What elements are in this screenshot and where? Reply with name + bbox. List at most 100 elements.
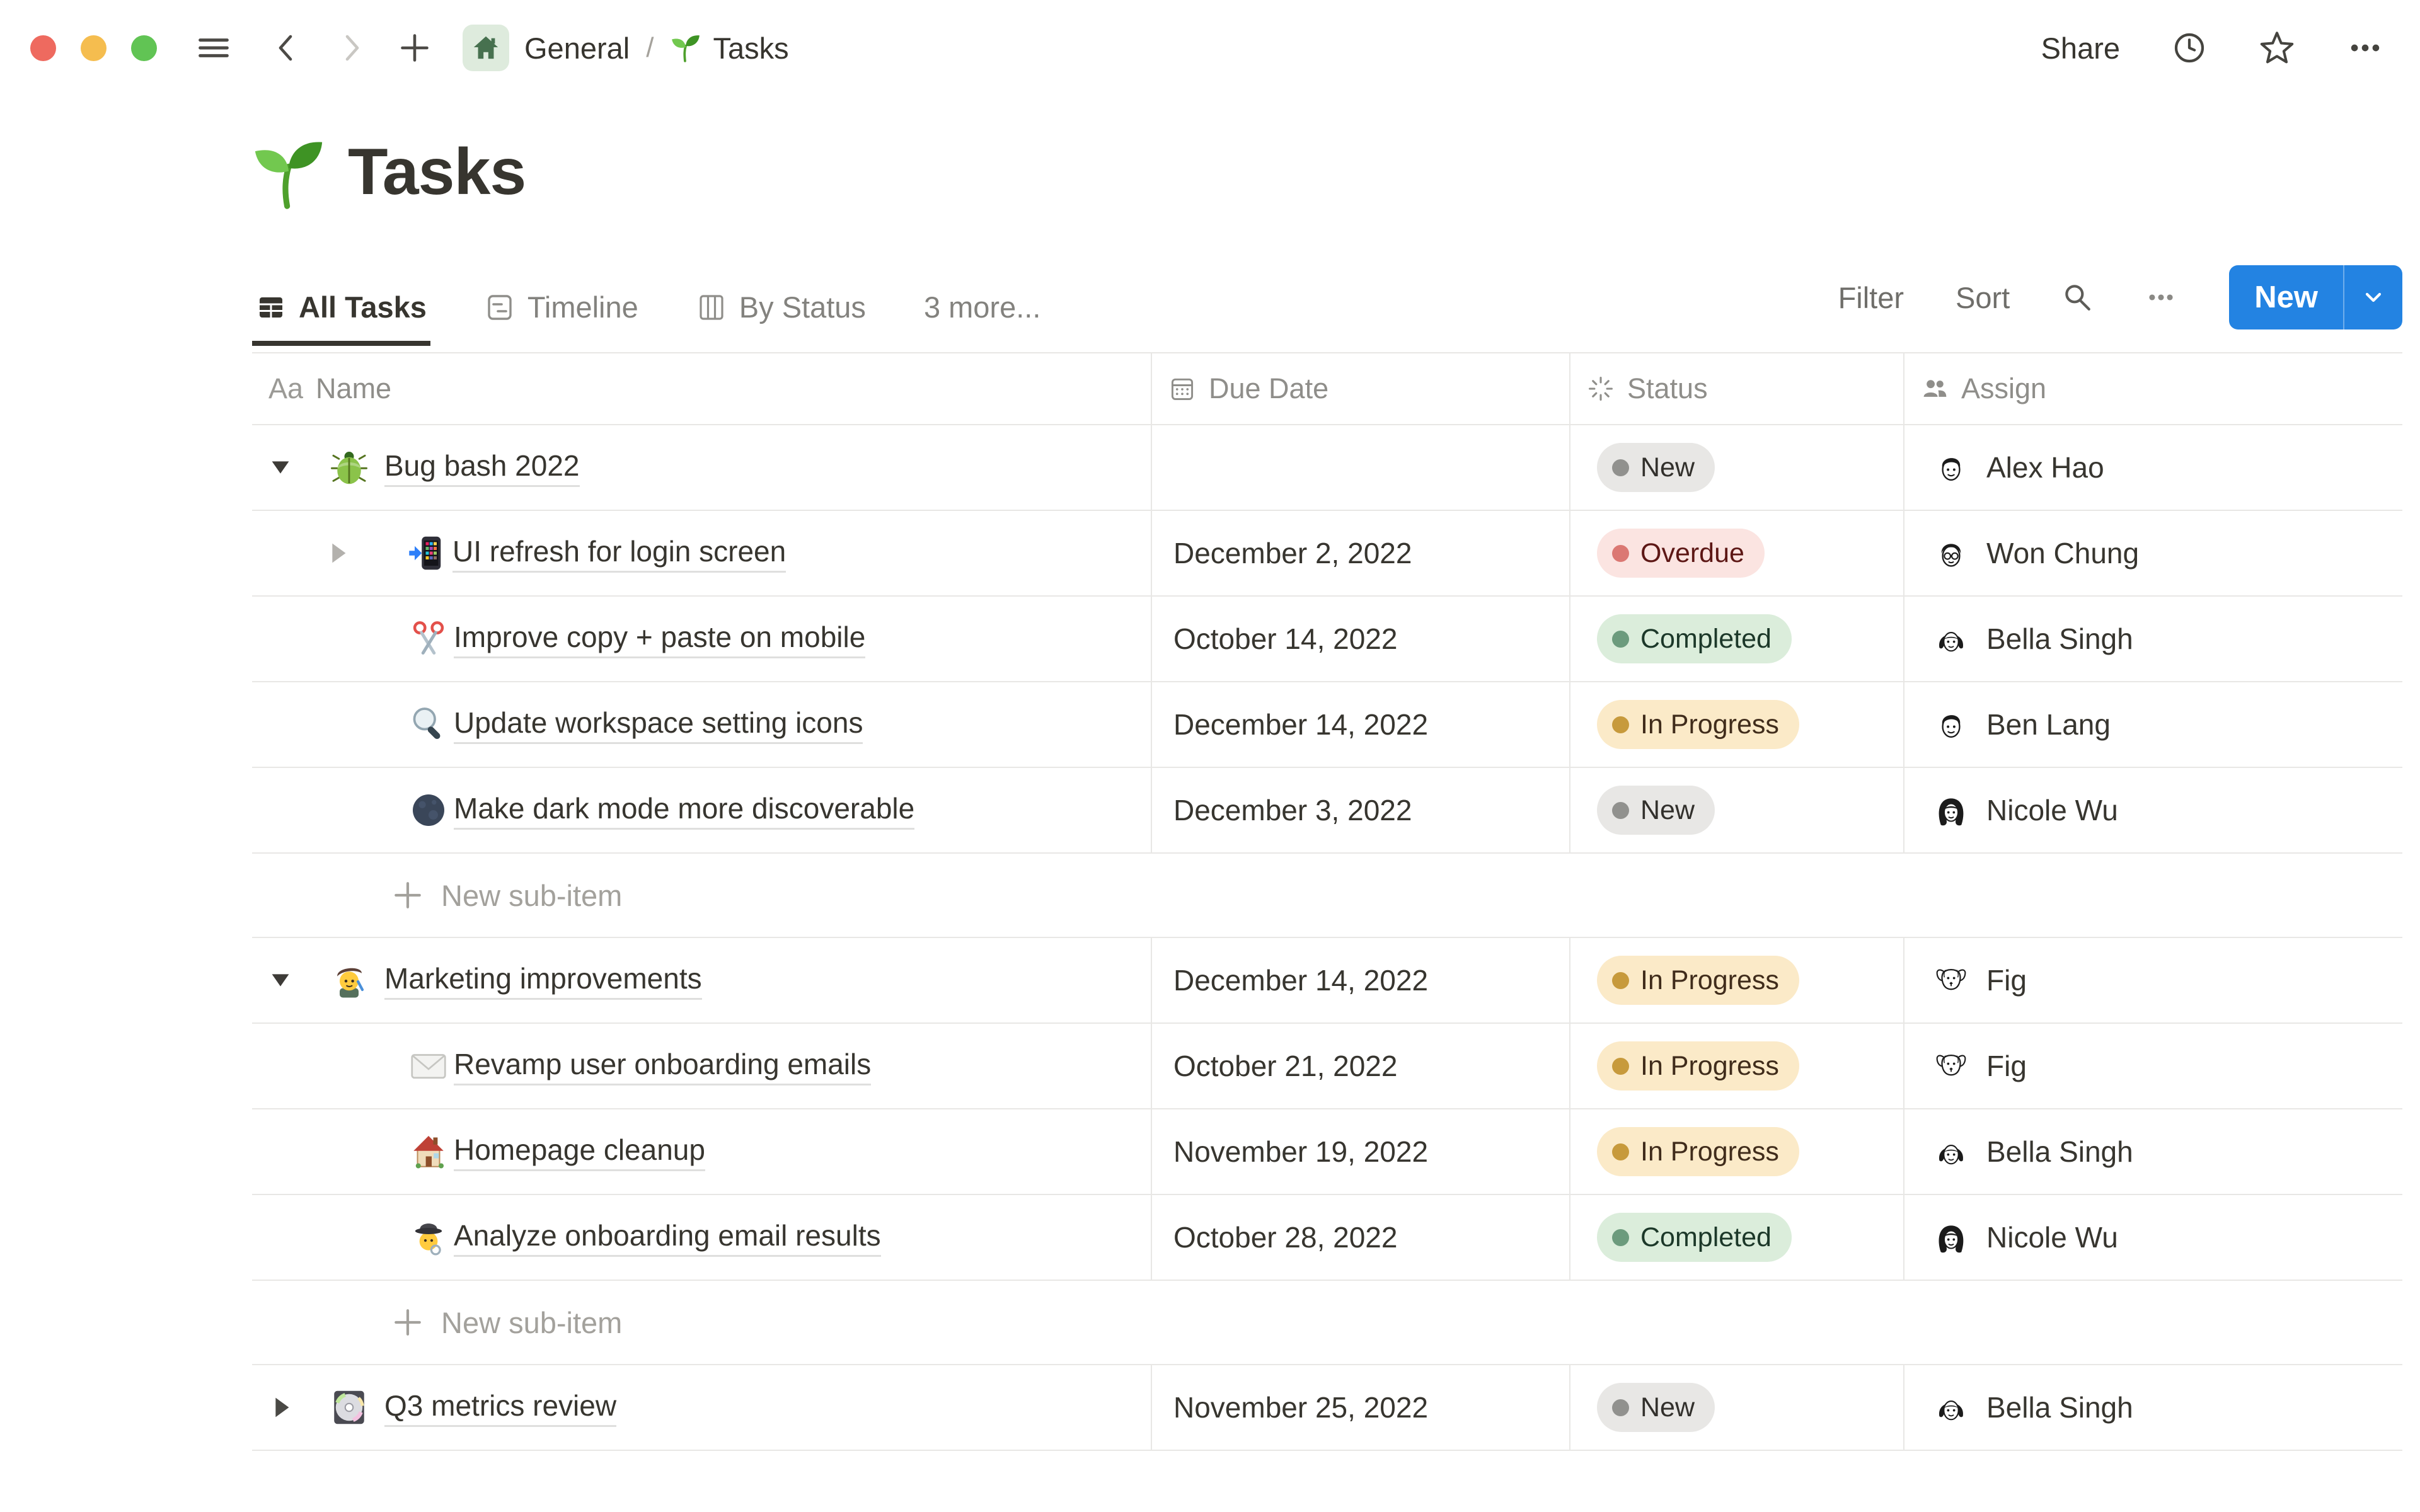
house-icon bbox=[410, 1133, 447, 1171]
status-cell[interactable]: Completed bbox=[1570, 597, 1904, 681]
due-date-cell[interactable]: December 2, 2022 bbox=[1152, 511, 1570, 595]
breadcrumb-home-icon[interactable] bbox=[463, 25, 509, 71]
page-content: Tasks All Tasks Timeline By Status 3 more..… bbox=[252, 94, 2402, 1451]
status-badge: New bbox=[1597, 443, 1715, 492]
name-cell: Marketing improvements bbox=[252, 938, 1152, 1022]
detective-icon bbox=[410, 1218, 447, 1256]
table-row: Make dark mode more discoverable December… bbox=[252, 768, 2402, 854]
breadcrumb-page[interactable]: Tasks bbox=[713, 31, 788, 66]
status-cell[interactable]: New bbox=[1570, 1365, 1904, 1450]
task-name-link[interactable]: Homepage cleanup bbox=[454, 1133, 705, 1171]
status-cell[interactable]: Completed bbox=[1570, 1195, 1904, 1280]
avatar bbox=[1933, 1134, 1969, 1169]
views-toolbar: All Tasks Timeline By Status 3 more... Filt… bbox=[252, 265, 2402, 346]
more-options-icon[interactable] bbox=[2347, 30, 2383, 66]
breadcrumb-root[interactable]: General bbox=[524, 31, 630, 66]
task-name-link[interactable]: Marketing improvements bbox=[384, 961, 702, 1000]
collapse-toggle-icon[interactable] bbox=[266, 453, 295, 482]
column-header-status[interactable]: Status bbox=[1570, 353, 1904, 424]
favorite-star-icon[interactable] bbox=[2259, 30, 2295, 66]
column-header-assign[interactable]: Assign bbox=[1904, 353, 2402, 424]
assign-cell[interactable]: Bella Singh bbox=[1904, 597, 2402, 681]
assign-cell[interactable]: Won Chung bbox=[1904, 511, 2402, 595]
status-cell[interactable]: In Progress bbox=[1570, 1024, 1904, 1108]
updates-clock-icon[interactable] bbox=[2172, 30, 2207, 66]
cd-icon bbox=[330, 1389, 368, 1426]
status-cell[interactable]: In Progress bbox=[1570, 938, 1904, 1022]
task-name-link[interactable]: Q3 metrics review bbox=[384, 1389, 617, 1427]
search-icon[interactable] bbox=[2061, 282, 2093, 313]
task-name-link[interactable]: UI refresh for login screen bbox=[452, 534, 786, 573]
due-date-value: December 14, 2022 bbox=[1173, 964, 1429, 997]
assign-cell[interactable]: Ben Lang bbox=[1904, 682, 2402, 767]
expand-toggle-icon[interactable] bbox=[323, 539, 352, 568]
sidebar-menu-icon[interactable] bbox=[197, 31, 231, 65]
table-row: Revamp user onboarding emails October 21,… bbox=[252, 1024, 2402, 1109]
new-button[interactable]: New bbox=[2229, 265, 2402, 329]
due-date-cell[interactable]: November 25, 2022 bbox=[1152, 1365, 1570, 1450]
assign-cell[interactable]: Bella Singh bbox=[1904, 1365, 2402, 1450]
titlebar-right: Share bbox=[2041, 19, 2383, 77]
column-header-due[interactable]: Due Date bbox=[1152, 353, 1570, 424]
titlebar-left: General / Tasks bbox=[197, 19, 789, 77]
column-header-name[interactable]: Aa Name bbox=[252, 353, 1152, 424]
task-name-link[interactable]: Improve copy + paste on mobile bbox=[454, 620, 866, 658]
new-page-icon[interactable] bbox=[398, 32, 431, 64]
task-name-link[interactable]: Revamp user onboarding emails bbox=[454, 1047, 872, 1085]
status-cell[interactable]: In Progress bbox=[1570, 1109, 1904, 1194]
due-date-cell[interactable]: October 21, 2022 bbox=[1152, 1024, 1570, 1108]
avatar bbox=[1933, 1220, 1969, 1255]
status-dot-icon bbox=[1612, 630, 1629, 648]
due-date-cell[interactable] bbox=[1152, 425, 1570, 510]
task-name-link[interactable]: Analyze onboarding email results bbox=[454, 1218, 881, 1257]
due-date-cell[interactable]: December 14, 2022 bbox=[1152, 938, 1570, 1022]
page-seedling-icon[interactable] bbox=[252, 136, 325, 209]
status-dot-icon bbox=[1612, 459, 1629, 476]
assign-cell[interactable]: Nicole Wu bbox=[1904, 1195, 2402, 1280]
due-date-cell[interactable]: October 14, 2022 bbox=[1152, 597, 1570, 681]
tab-all-tasks[interactable]: All Tasks bbox=[252, 289, 430, 346]
expand-toggle-icon[interactable] bbox=[266, 1393, 295, 1422]
assign-cell[interactable]: Fig bbox=[1904, 938, 2402, 1022]
assign-cell[interactable]: Alex Hao bbox=[1904, 425, 2402, 510]
due-date-value: December 3, 2022 bbox=[1173, 794, 1412, 827]
new-sub-item-row[interactable]: New sub-item bbox=[252, 1281, 2402, 1365]
nav-forward-icon[interactable] bbox=[337, 33, 367, 63]
column-header-label: Assign bbox=[1961, 372, 2047, 404]
status-badge: Completed bbox=[1597, 614, 1792, 663]
status-cell[interactable]: New bbox=[1570, 768, 1904, 852]
new-button-label[interactable]: New bbox=[2229, 265, 2343, 329]
new-sub-item-row[interactable]: New sub-item bbox=[252, 854, 2402, 938]
toolbar-actions: Filter Sort New bbox=[1838, 265, 2402, 346]
due-date-cell[interactable]: December 3, 2022 bbox=[1152, 768, 1570, 852]
sort-button[interactable]: Sort bbox=[1956, 280, 2010, 315]
task-name-link[interactable]: Make dark mode more discoverable bbox=[454, 791, 915, 830]
new-button-caret-icon[interactable] bbox=[2343, 265, 2402, 329]
due-date-cell[interactable]: November 19, 2022 bbox=[1152, 1109, 1570, 1194]
status-cell[interactable]: New bbox=[1570, 425, 1904, 510]
status-cell[interactable]: Overdue bbox=[1570, 511, 1904, 595]
task-name-link[interactable]: Bug bash 2022 bbox=[384, 449, 580, 487]
assign-cell[interactable]: Fig bbox=[1904, 1024, 2402, 1108]
aa-icon: Aa bbox=[268, 372, 304, 404]
zoom-window-button[interactable] bbox=[131, 35, 157, 61]
minimize-window-button[interactable] bbox=[81, 35, 107, 61]
collapse-toggle-icon[interactable] bbox=[266, 966, 295, 995]
due-date-cell[interactable]: October 28, 2022 bbox=[1152, 1195, 1570, 1280]
due-date-cell[interactable]: December 14, 2022 bbox=[1152, 682, 1570, 767]
task-name-link[interactable]: Update workspace setting icons bbox=[454, 706, 863, 744]
assign-cell[interactable]: Nicole Wu bbox=[1904, 768, 2402, 852]
filter-button[interactable]: Filter bbox=[1838, 280, 1904, 315]
table-row: Marketing improvements December 14, 2022 I… bbox=[252, 938, 2402, 1024]
status-dot-icon bbox=[1612, 1399, 1629, 1416]
tab-by-status[interactable]: By Status bbox=[693, 289, 870, 346]
status-cell[interactable]: In Progress bbox=[1570, 682, 1904, 767]
assign-cell[interactable]: Bella Singh bbox=[1904, 1109, 2402, 1194]
tab-timeline[interactable]: Timeline bbox=[481, 289, 642, 346]
view-more-dots-icon[interactable] bbox=[2145, 281, 2177, 314]
close-window-button[interactable] bbox=[30, 35, 56, 61]
status-badge: New bbox=[1597, 786, 1715, 835]
tab-3-more[interactable]: 3 more... bbox=[920, 289, 1044, 346]
share-button[interactable]: Share bbox=[2041, 31, 2120, 66]
nav-back-icon[interactable] bbox=[271, 33, 301, 63]
